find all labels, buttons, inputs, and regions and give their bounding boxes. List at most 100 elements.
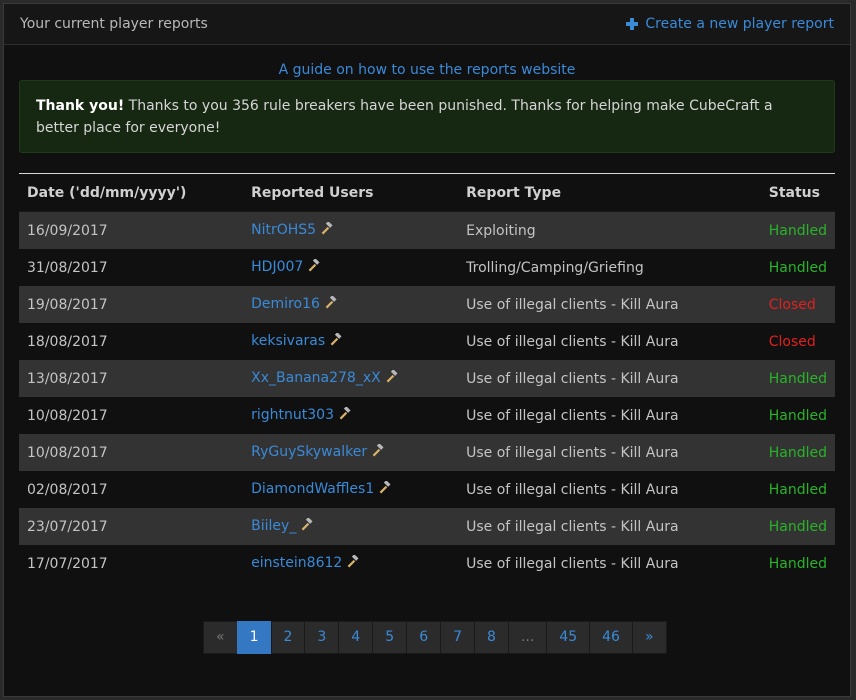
report-type: Use of illegal clients - Kill Aura: [466, 333, 679, 350]
report-date: 19/08/2017: [27, 296, 108, 313]
plus-icon: [626, 18, 639, 30]
pagination-page-4[interactable]: 4: [338, 621, 374, 654]
reported-user-link[interactable]: rightnut303: [251, 407, 334, 423]
pagination-ellipsis[interactable]: ...: [507, 621, 548, 654]
panel-title: Your current player reports: [20, 16, 208, 32]
report-status: Handled: [768, 444, 827, 461]
reported-user-link[interactable]: Biiley_: [251, 518, 296, 534]
pagination-page-1[interactable]: 1: [236, 621, 272, 654]
reported-user-cell: Demiro16: [243, 286, 458, 323]
report-type: Use of illegal clients - Kill Aura: [466, 444, 679, 461]
reported-user-link[interactable]: Demiro16: [251, 296, 320, 312]
report-status: Handled: [768, 518, 827, 535]
table-body: 16/09/2017 NitrOHS5 Exploiting Handled 31/08…: [19, 211, 835, 582]
reported-user-link[interactable]: einstein8612: [251, 555, 342, 571]
hammer-icon: [320, 221, 333, 239]
reported-user-cell: HDJ007: [243, 249, 458, 286]
create-report-link[interactable]: Create a new player report: [626, 16, 834, 32]
table-row: 18/08/2017 keksivaras Use of illegal clien…: [19, 323, 835, 360]
hammer-icon: [371, 443, 384, 461]
reported-user-cell: rightnut303: [243, 397, 458, 434]
table-row: 17/07/2017 einstein8612 Use of illegal cli…: [19, 545, 835, 582]
table-head: Date ('dd/mm/yyyy') Reported Users Repor…: [19, 173, 835, 212]
reported-user-cell: Biiley_: [243, 508, 458, 545]
hammer-icon: [385, 369, 398, 387]
report-date: 18/08/2017: [27, 333, 108, 350]
report-date: 17/07/2017: [27, 555, 108, 572]
reported-user-cell: Xx_Banana278_xX: [243, 360, 458, 397]
alert-text: Thanks to you 356 rule breakers have bee…: [36, 98, 773, 136]
hammer-icon: [338, 406, 351, 424]
pagination-page-6[interactable]: 6: [406, 621, 442, 654]
hammer-icon: [307, 258, 320, 276]
column-header-type: Report Type: [458, 173, 761, 212]
pagination-page-46[interactable]: 46: [589, 621, 633, 654]
reported-user-cell: RyGuySkywalker: [243, 434, 458, 471]
pagination-page-2[interactable]: 2: [270, 621, 306, 654]
column-header-status: Status: [760, 173, 835, 212]
report-date: 02/08/2017: [27, 481, 108, 498]
reported-user-cell: einstein8612: [243, 545, 458, 582]
guide-link[interactable]: A guide on how to use the reports websit…: [4, 62, 850, 78]
pagination-prev-button[interactable]: «: [203, 621, 238, 654]
reported-user-link[interactable]: HDJ007: [251, 259, 303, 275]
report-date: 16/09/2017: [27, 222, 108, 239]
table-row: 31/08/2017 HDJ007 Trolling/Camping/Griefin…: [19, 249, 835, 286]
table-row: 23/07/2017 Biiley_ Use of illegal clients …: [19, 508, 835, 545]
hammer-icon: [324, 295, 337, 313]
report-status: Closed: [768, 333, 816, 350]
reported-user-link[interactable]: Xx_Banana278_xX: [251, 370, 381, 386]
table-row: 10/08/2017 RyGuySkywalker Use of illegal c…: [19, 434, 835, 471]
reported-user-link[interactable]: keksivaras: [251, 333, 325, 349]
table-row: 19/08/2017 Demiro16 Use of illegal clients…: [19, 286, 835, 323]
pagination-page-45[interactable]: 45: [546, 621, 591, 654]
report-status: Handled: [768, 555, 827, 572]
report-date: 23/07/2017: [27, 518, 108, 535]
pagination-next-button[interactable]: »: [631, 621, 667, 654]
report-type: Use of illegal clients - Kill Aura: [466, 296, 679, 313]
pagination-page-5[interactable]: 5: [372, 621, 408, 654]
report-type: Use of illegal clients - Kill Aura: [466, 518, 679, 535]
create-report-label: Create a new player report: [645, 16, 834, 32]
report-type: Exploiting: [466, 222, 536, 239]
report-date: 13/08/2017: [27, 370, 108, 387]
pagination-page-8[interactable]: 8: [474, 621, 509, 654]
reported-user-cell: DiamondWaffles1: [243, 471, 458, 508]
report-status: Handled: [768, 370, 827, 387]
pagination-page-7[interactable]: 7: [440, 621, 476, 654]
pagination-page-3[interactable]: 3: [304, 621, 340, 654]
report-type: Use of illegal clients - Kill Aura: [466, 370, 679, 387]
column-header-users: Reported Users: [243, 173, 459, 212]
report-date: 31/08/2017: [27, 259, 108, 276]
report-type: Use of illegal clients - Kill Aura: [466, 555, 679, 572]
reported-user-link[interactable]: DiamondWaffles1: [251, 481, 374, 497]
success-alert: Thank you! Thanks to you 356 rule breake…: [19, 80, 835, 153]
report-status: Handled: [768, 481, 827, 498]
table-row: 16/09/2017 NitrOHS5 Exploiting Handled: [19, 211, 835, 250]
table-row: 13/08/2017 Xx_Banana278_xX Use of illegal …: [19, 360, 835, 397]
reported-user-link[interactable]: NitrOHS5: [251, 222, 316, 238]
report-type: Trolling/Camping/Griefing: [466, 259, 644, 276]
reports-panel: Your current player reports Create a new…: [3, 3, 851, 697]
reported-user-cell: NitrOHS5: [243, 212, 458, 250]
report-status: Handled: [768, 407, 827, 424]
hammer-icon: [346, 554, 359, 572]
reports-table: Date ('dd/mm/yyyy') Reported Users Repor…: [19, 173, 835, 582]
pagination: «1 2 3 4 5 6 7 8... 45 46»: [203, 621, 667, 654]
reports-table-wrap: Date ('dd/mm/yyyy') Reported Users Repor…: [19, 173, 835, 582]
reported-user-link[interactable]: RyGuySkywalker: [251, 444, 367, 460]
report-type: Use of illegal clients - Kill Aura: [466, 481, 679, 498]
column-header-date: Date ('dd/mm/yyyy'): [19, 173, 244, 212]
report-status: Handled: [768, 259, 827, 276]
hammer-icon: [300, 517, 313, 535]
reported-user-cell: keksivaras: [243, 323, 458, 360]
report-date: 10/08/2017: [27, 444, 108, 461]
report-status: Closed: [768, 296, 816, 313]
report-date: 10/08/2017: [27, 407, 108, 424]
header-row: Date ('dd/mm/yyyy') Reported Users Repor…: [19, 173, 835, 212]
alert-strong: Thank you!: [36, 98, 125, 114]
table-row: 10/08/2017 rightnut303 Use of illegal clie…: [19, 397, 835, 434]
hammer-icon: [378, 480, 391, 498]
hammer-icon: [329, 332, 342, 350]
report-status: Handled: [768, 222, 827, 239]
